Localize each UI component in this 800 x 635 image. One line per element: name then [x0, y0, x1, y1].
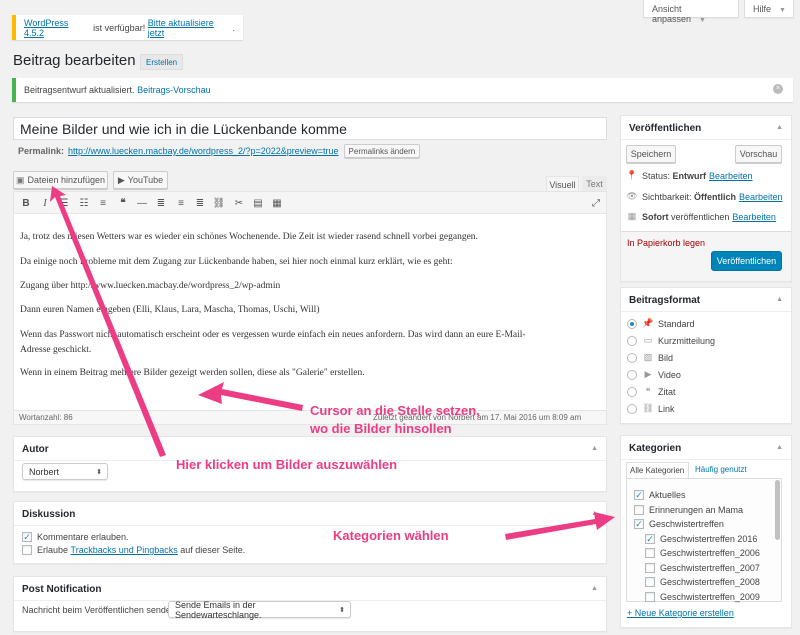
arrow-to-content — [198, 382, 303, 411]
annotation-cursor: Cursor an die Stelle setzen, — [310, 403, 480, 418]
annotation-categories: Kategorien wählen — [333, 528, 449, 543]
arrow-to-categories — [505, 512, 615, 540]
annotation-click: Hier klicken um Bilder auszuwählen — [176, 457, 398, 472]
annotation-cursor: wo die Bilder hinsollen — [310, 421, 452, 436]
arrow-to-add-media — [50, 186, 166, 457]
